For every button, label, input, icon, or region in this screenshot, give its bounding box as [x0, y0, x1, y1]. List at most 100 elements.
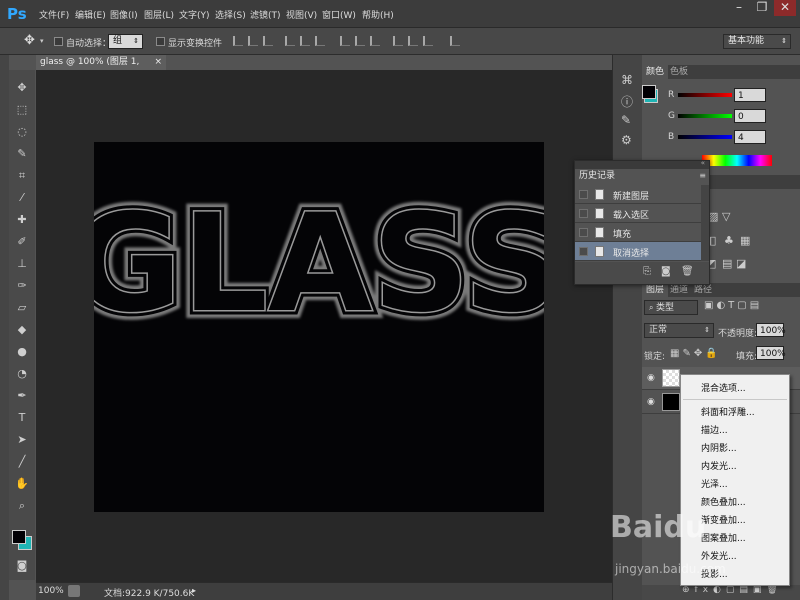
- distribute-left-icon[interactable]: [393, 36, 403, 46]
- lasso-tool-icon[interactable]: ◌: [12, 122, 32, 142]
- minimize-icon[interactable]: –: [728, 0, 750, 16]
- menu-help[interactable]: 帮助(H): [362, 8, 394, 21]
- menu-filter[interactable]: 滤镜(T): [250, 8, 281, 21]
- layer-filter-icons[interactable]: ▣◐T▢▤: [704, 300, 762, 311]
- history-item-load-selection[interactable]: 载入选区: [575, 204, 701, 223]
- restore-icon[interactable]: ❐: [751, 0, 773, 16]
- hand-tool-icon[interactable]: ✋: [12, 474, 32, 494]
- adjust-panel-icon[interactable]: ⚙: [621, 133, 632, 147]
- auto-select-checkbox[interactable]: [54, 37, 63, 46]
- line-tool-icon[interactable]: ╱: [12, 452, 32, 472]
- document-canvas[interactable]: GLASS GLASS GLASS GLASS: [94, 142, 544, 512]
- adjust-gradient-map-icon[interactable]: ▤: [722, 257, 732, 270]
- foreground-color-chip[interactable]: [12, 530, 26, 544]
- tab-swatches[interactable]: 色板: [666, 65, 692, 79]
- close-tab-icon[interactable]: ×: [154, 55, 162, 70]
- color-spectrum-bar[interactable]: [702, 155, 772, 166]
- history-panel-titlebar[interactable]: «: [575, 159, 709, 169]
- info-panel-icon[interactable]: ⓘ: [621, 93, 633, 110]
- show-transform-checkbox[interactable]: [156, 37, 165, 46]
- menu-image[interactable]: 图像(I): [110, 8, 138, 21]
- dodge-tool-icon[interactable]: ◔: [12, 364, 32, 384]
- history-brush-source-checkbox[interactable]: [579, 228, 588, 237]
- r-slider[interactable]: [678, 93, 732, 97]
- align-right-icon[interactable]: [315, 36, 325, 46]
- layer-kind-filter[interactable]: ⌕ 类型: [644, 300, 698, 315]
- distribute-top-icon[interactable]: [340, 36, 350, 46]
- document-tab[interactable]: glass @ 100% (图层 1, RGB/8) * ×: [36, 55, 166, 82]
- paint-bucket-tool-icon[interactable]: ◆: [12, 320, 32, 340]
- menu-window[interactable]: 窗口(W): [322, 8, 356, 21]
- pen-tool-icon[interactable]: ✒: [12, 386, 32, 406]
- brush-tool-icon[interactable]: ✐: [12, 232, 32, 252]
- menu-view[interactable]: 视图(V): [286, 8, 317, 21]
- align-hcenter-icon[interactable]: [300, 36, 310, 46]
- menu-edit[interactable]: 编辑(E): [75, 8, 106, 21]
- new-document-from-state-icon[interactable]: ⎘: [643, 266, 651, 277]
- path-select-tool-icon[interactable]: ➤: [12, 430, 32, 450]
- opacity-field[interactable]: 100%: [756, 323, 786, 337]
- adjust-mixer-icon[interactable]: ♣: [724, 234, 734, 247]
- ctx-inner-glow[interactable]: 内发光...: [701, 459, 737, 472]
- history-brush-source-checkbox[interactable]: [579, 247, 588, 256]
- ctx-pattern-overlay[interactable]: 图案叠加...: [701, 531, 746, 544]
- r-value-field[interactable]: 1: [734, 88, 766, 102]
- crop-tool-icon[interactable]: ⌗: [12, 166, 32, 186]
- distribute-right-icon[interactable]: [423, 36, 433, 46]
- history-item-new-layer[interactable]: 新建图层: [575, 185, 701, 204]
- ctx-blending-options[interactable]: 混合选项...: [701, 381, 746, 394]
- status-preview-icon[interactable]: [68, 585, 80, 597]
- adjust-lookup-icon[interactable]: ▦: [740, 234, 750, 247]
- b-value-field[interactable]: 4: [734, 130, 766, 144]
- g-slider[interactable]: [678, 114, 732, 118]
- ctx-bevel-emboss[interactable]: 斜面和浮雕...: [701, 405, 755, 418]
- blend-mode-dropdown[interactable]: 正常 ⇕: [644, 323, 714, 338]
- auto-select-dropdown[interactable]: 组 ⇕: [108, 34, 143, 49]
- tab-channels[interactable]: 通道: [666, 283, 692, 297]
- menu-layer[interactable]: 图层(L): [144, 8, 174, 21]
- history-brush-source-checkbox[interactable]: [579, 209, 588, 218]
- ctx-outer-glow[interactable]: 外发光...: [701, 549, 737, 562]
- history-panel-icon[interactable]: ⌘: [621, 73, 633, 87]
- eraser-tool-icon[interactable]: ▱: [12, 298, 32, 318]
- move-tool-icon[interactable]: ✥: [12, 78, 32, 98]
- menu-type[interactable]: 文字(Y): [179, 8, 210, 21]
- distribute-vcenter-icon[interactable]: [355, 36, 365, 46]
- brush-panel-icon[interactable]: ✎: [621, 113, 631, 127]
- tab-color[interactable]: 颜色: [642, 65, 669, 79]
- history-brush-source-checkbox[interactable]: [579, 190, 588, 199]
- align-top-icon[interactable]: [233, 36, 243, 46]
- g-value-field[interactable]: 0: [734, 109, 766, 123]
- zoom-level[interactable]: 100%: [38, 586, 64, 596]
- quick-mask-icon[interactable]: ◙: [12, 556, 32, 576]
- tab-layers[interactable]: 图层: [642, 283, 669, 297]
- distribute-bottom-icon[interactable]: [370, 36, 380, 46]
- history-scrollbar[interactable]: [701, 185, 709, 261]
- lock-icons[interactable]: ▦✎✥🔒: [670, 348, 721, 359]
- layer-visibility-eye-icon[interactable]: ◉: [647, 397, 655, 407]
- adjust-triangle-icon[interactable]: ▽: [722, 210, 730, 223]
- eyedropper-tool-icon[interactable]: ⁄: [12, 188, 32, 208]
- align-left-icon[interactable]: [285, 36, 295, 46]
- tool-preset-chevron-icon[interactable]: ▾: [40, 37, 44, 45]
- workspace-dropdown[interactable]: 基本功能 ⇕: [723, 34, 791, 49]
- distribute-hcenter-icon[interactable]: [408, 36, 418, 46]
- history-brush-tool-icon[interactable]: ✑: [12, 276, 32, 296]
- ctx-gradient-overlay[interactable]: 渐变叠加...: [701, 513, 746, 526]
- tab-paths[interactable]: 路径: [690, 283, 716, 297]
- align-bottom-icon[interactable]: [263, 36, 273, 46]
- type-tool-icon[interactable]: T: [12, 408, 32, 428]
- ctx-color-overlay[interactable]: 颜色叠加...: [701, 495, 746, 508]
- close-window-icon[interactable]: ✕: [774, 0, 796, 16]
- history-item-fill[interactable]: 填充: [575, 223, 701, 242]
- move-tool-icon[interactable]: ✥: [24, 33, 35, 48]
- healing-brush-tool-icon[interactable]: ✚: [12, 210, 32, 230]
- history-item-deselect[interactable]: 取消选择: [575, 242, 701, 261]
- delete-state-trash-icon[interactable]: 🗑: [681, 266, 694, 277]
- quick-select-tool-icon[interactable]: ✎: [12, 144, 32, 164]
- auto-align-icon[interactable]: [450, 36, 460, 46]
- ctx-inner-shadow[interactable]: 内阴影...: [701, 441, 737, 454]
- menu-file[interactable]: 文件(F): [39, 8, 69, 21]
- adjust-selective-icon[interactable]: ◪: [736, 257, 746, 270]
- b-slider[interactable]: [678, 135, 732, 139]
